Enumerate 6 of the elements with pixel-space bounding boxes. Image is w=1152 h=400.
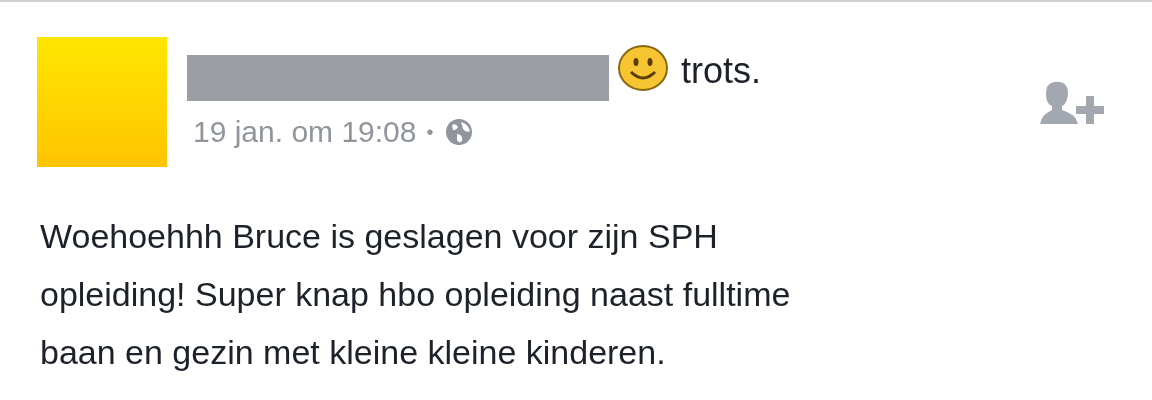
timestamp[interactable]: 19 jan. om 19:08 [193, 109, 417, 154]
separator: • [426, 119, 434, 145]
status-text: trots. [681, 49, 761, 93]
smiley-icon [617, 44, 669, 92]
globe-icon [443, 116, 474, 147]
post-text: Woehoehhh Bruce is geslagen voor zijn SPH opleiding! Super knap hbo opleiding naast fulltime baan en gezin met kleine kleine kinderen. [40, 216, 791, 373]
